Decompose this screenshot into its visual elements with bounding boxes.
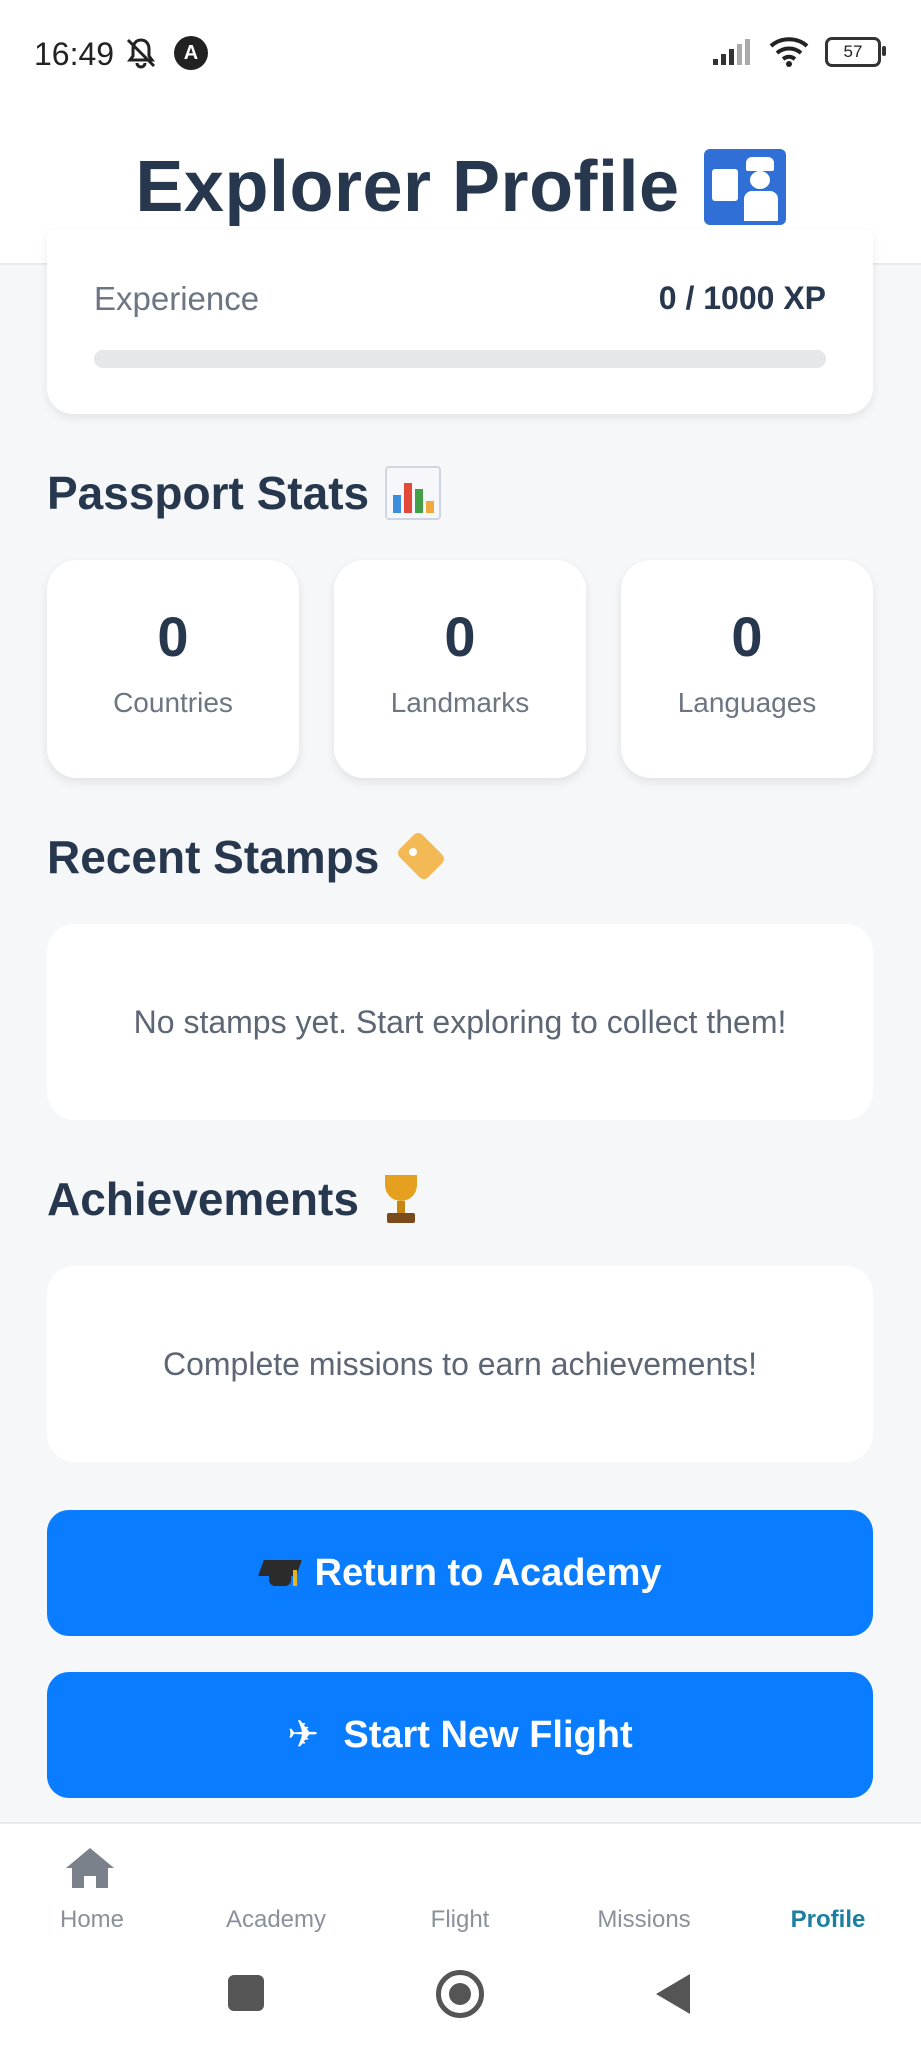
- status-time: 16:49: [34, 36, 115, 72]
- nav-item-home[interactable]: Home: [0, 1824, 184, 1944]
- system-navigation-bar: [0, 1942, 921, 2048]
- recent-stamps-empty-text: No stamps yet. Start exploring to collec…: [133, 1003, 787, 1040]
- experience-progress-bar: [94, 350, 826, 368]
- signal-icon: [713, 39, 750, 65]
- experience-value: 0 / 1000 XP: [658, 280, 826, 316]
- back-button[interactable]: [656, 1974, 690, 2014]
- airplane-icon: ✈: [287, 1714, 320, 1756]
- stat-value: 0: [157, 605, 189, 668]
- stat-label: Landmarks: [390, 687, 530, 718]
- home-icon: [66, 1848, 114, 1888]
- graduation-cap-icon: [257, 1552, 302, 1594]
- app-notification-icon: A: [174, 36, 208, 70]
- mute-icon: [126, 38, 156, 69]
- bottom-navigation: Home Academy Flight Missions Profile: [0, 1822, 921, 1944]
- nav-label: Academy: [225, 1906, 327, 1933]
- nav-item-academy[interactable]: Academy: [184, 1824, 368, 1944]
- passport-stats-heading: Passport Stats: [47, 466, 442, 520]
- passport-control-icon: [703, 148, 786, 225]
- nav-label: Flight: [430, 1906, 490, 1933]
- achievements-title: Achievements: [47, 1173, 359, 1225]
- recent-stamps-heading: Recent Stamps: [47, 830, 447, 884]
- nav-label: Missions: [597, 1906, 691, 1933]
- recent-apps-button[interactable]: [228, 1975, 264, 2011]
- nav-item-flight[interactable]: Flight: [368, 1824, 552, 1944]
- stat-card-languages: 0 Languages: [621, 560, 873, 778]
- trophy-icon: [375, 1173, 427, 1225]
- wifi-icon: [769, 37, 809, 67]
- experience-card: Experience 0 / 1000 XP: [47, 230, 873, 414]
- start-new-flight-button[interactable]: ✈ Start New Flight: [47, 1672, 873, 1798]
- start-new-flight-label: Start New Flight: [343, 1713, 633, 1756]
- stat-label: Countries: [113, 687, 233, 718]
- achievements-empty-text: Complete missions to earn achievements!: [162, 1345, 758, 1382]
- stat-label: Languages: [677, 687, 817, 718]
- experience-label: Experience: [94, 280, 260, 317]
- page-title: Explorer Profile: [135, 146, 680, 227]
- return-to-academy-button[interactable]: Return to Academy: [47, 1510, 873, 1636]
- status-icons-right: 57: [711, 36, 886, 68]
- battery-icon: 57: [825, 37, 886, 67]
- stat-card-countries: 0 Countries: [47, 560, 299, 778]
- bar-chart-icon: [385, 466, 442, 520]
- status-bar: 16:49 A 57: [0, 0, 921, 110]
- label-tag-icon: [395, 830, 447, 882]
- recent-stamps-title: Recent Stamps: [47, 831, 380, 883]
- nav-item-missions[interactable]: Missions: [552, 1824, 736, 1944]
- stat-card-landmarks: 0 Landmarks: [334, 560, 586, 778]
- stat-value: 0: [731, 605, 763, 668]
- stat-value: 0: [444, 605, 476, 668]
- return-to-academy-label: Return to Academy: [314, 1551, 662, 1594]
- nav-item-profile[interactable]: Profile: [736, 1824, 920, 1944]
- achievements-card: Complete missions to earn achievements!: [47, 1266, 873, 1462]
- home-system-button[interactable]: [436, 1970, 484, 2018]
- passport-stats-title: Passport Stats: [47, 467, 370, 519]
- nav-label: Home: [59, 1906, 125, 1933]
- nav-label: Profile: [790, 1906, 866, 1933]
- achievements-heading: Achievements: [47, 1172, 427, 1226]
- status-icons-left: A: [122, 34, 208, 72]
- recent-stamps-card: No stamps yet. Start exploring to collec…: [47, 924, 873, 1120]
